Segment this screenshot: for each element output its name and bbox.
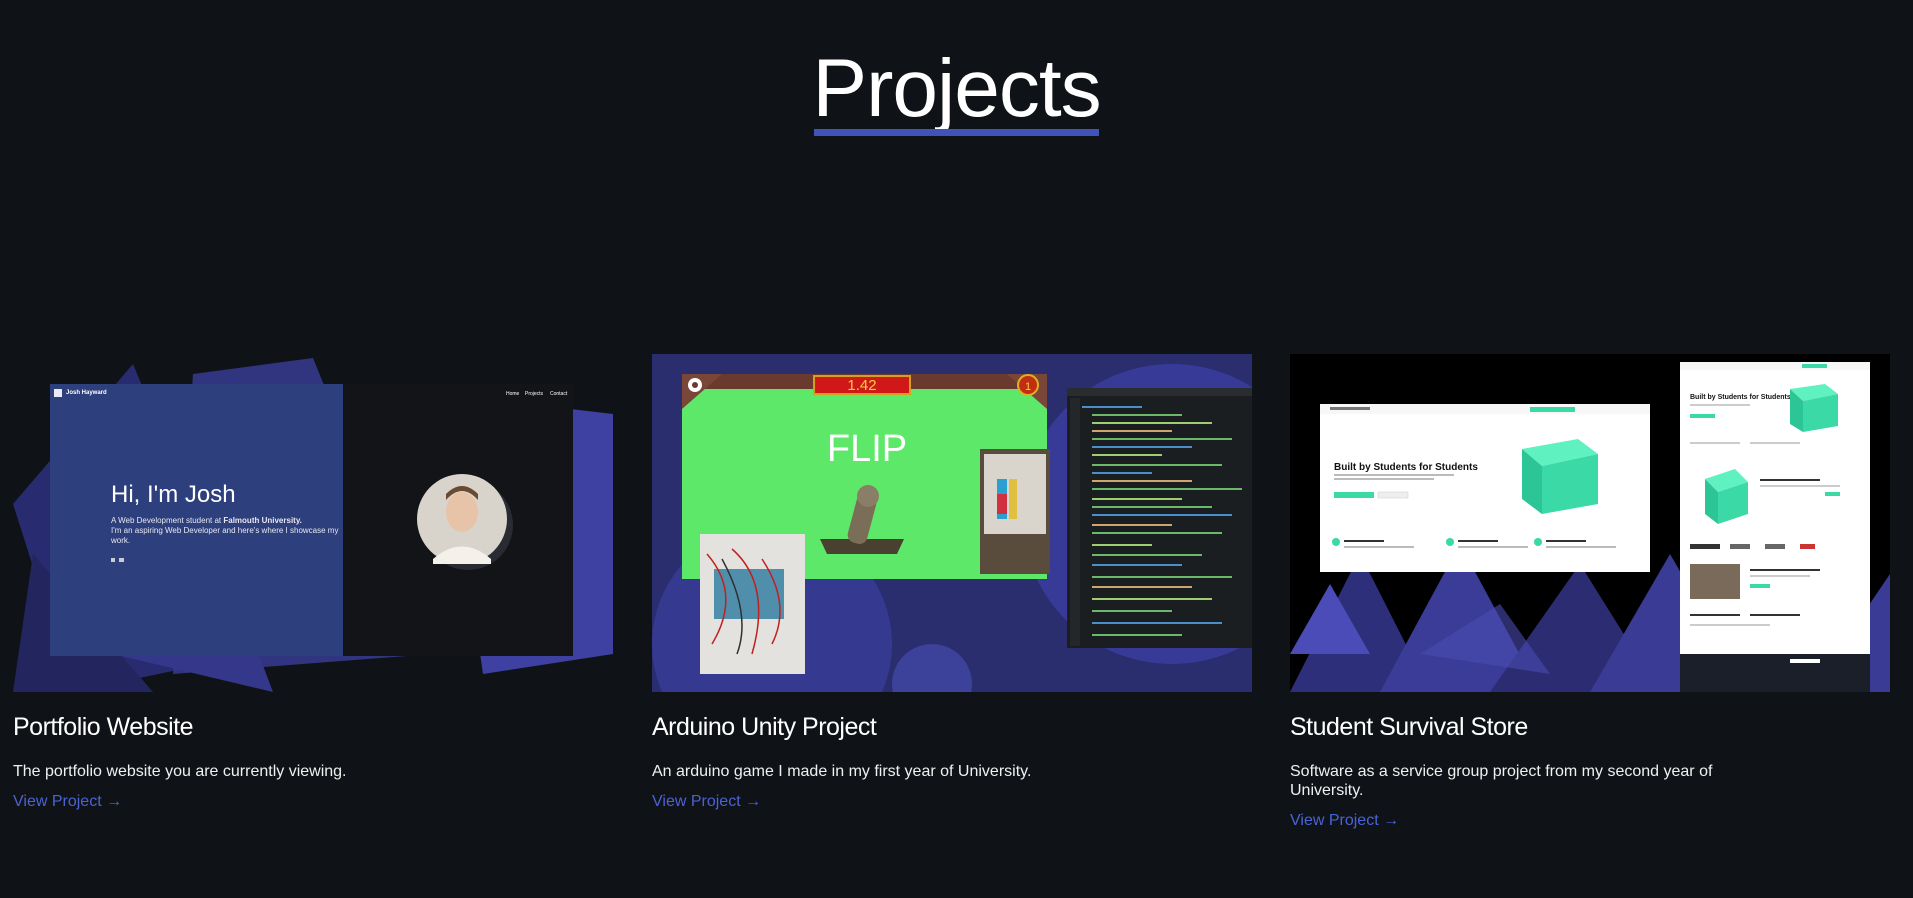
game-action: FLIP [827,428,907,470]
game-timer: 1.42 [847,377,876,394]
project-description: An arduino game I made in my first year … [652,763,1032,780]
thumb-line3: work. [110,536,130,545]
page-title: Projects [812,43,1102,136]
gear-icon [688,378,702,392]
thumb-heading: Hi, I'm Josh [111,481,236,508]
thumb-brand: Josh Hayward [66,390,107,396]
store-hero-title: Built by Students for Students [1334,462,1478,473]
thumb-nav-home: Home [506,391,520,397]
thumb-nav-projects: Projects [525,391,544,397]
svg-text:A Web Development student at F: A Web Development student at Falmouth Un… [111,516,302,525]
project-thumbnail-store[interactable]: Built by Students for Students Built by [1290,354,1890,692]
thumb-line1-prefix: A Web Development student at [111,516,223,525]
project-title: Portfolio Website [13,713,194,741]
project-card-store: Built by Students for Students Built by [1290,354,1890,830]
game-counter: 1 [1025,381,1031,393]
project-title: Student Survival Store [1290,713,1528,741]
project-card-portfolio: Josh Hayward Home Projects Contact Hi, I… [13,354,613,811]
store-hero-title-small: Built by Students for Students [1690,394,1791,401]
project-description: The portfolio website you are currently … [13,763,347,780]
project-title: Arduino Unity Project [652,713,877,741]
thumb-line1-bold: Falmouth University. [223,516,302,525]
project-card-arduino: 1.42 1 FLIP Arduino Unity Project An ard… [652,354,1252,811]
view-project-link-portfolio[interactable]: View Project → [13,793,122,811]
projects-header: Projects [0,43,1913,136]
project-description: Software as a service group project from… [1290,763,1713,799]
project-thumbnail-portfolio[interactable]: Josh Hayward Home Projects Contact Hi, I… [13,354,613,692]
project-thumbnail-arduino[interactable]: 1.42 1 FLIP [652,354,1252,692]
view-project-link-store[interactable]: View Project → [1290,812,1399,830]
title-underline [814,129,1099,136]
thumb-nav-contact: Contact [550,391,568,397]
thumb-line2: I'm an aspiring Web Developer and here's… [111,526,338,535]
view-project-link-arduino[interactable]: View Project → [652,793,761,811]
